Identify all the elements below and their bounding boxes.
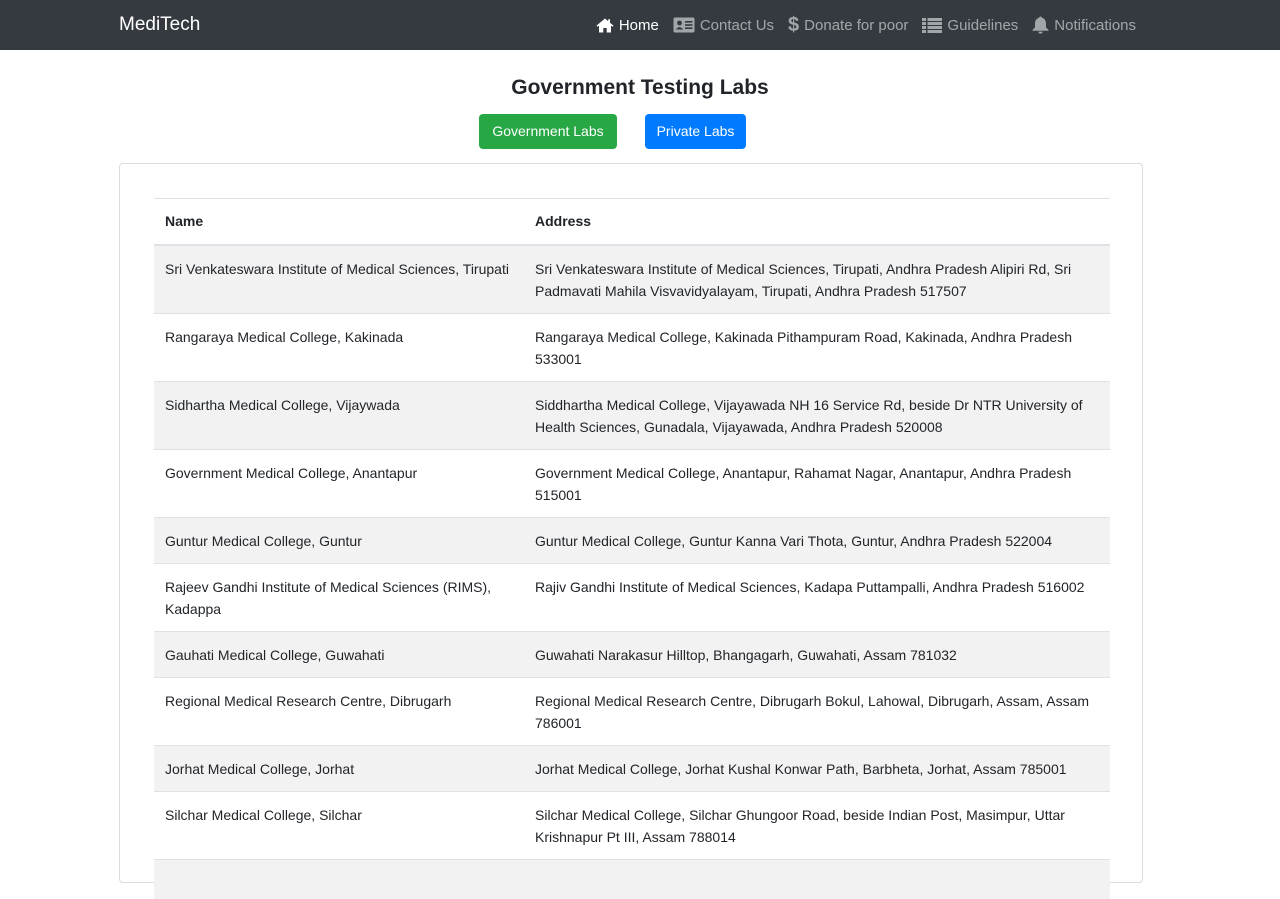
lab-name-cell: Gauhati Medical College, Guwahati: [154, 630, 524, 677]
lab-name-cell: Guntur Medical College, Guntur: [154, 516, 524, 563]
table-row: Jorhat Medical College, Jorhat Jorhat Me…: [154, 744, 1110, 791]
nav-home-label: Home: [618, 16, 659, 34]
lab-address-cell: [524, 858, 1110, 899]
private-labs-button[interactable]: Private Labs: [645, 114, 746, 149]
table-row: Rajeev Gandhi Institute of Medical Scien…: [154, 562, 1110, 631]
nav-home[interactable]: Home: [596, 17, 659, 34]
nav-menu: Home Contact Us $ Donate for poor Guidel…: [596, 13, 1136, 37]
lab-name-cell: Rajeev Gandhi Institute of Medical Scien…: [154, 562, 524, 631]
list-icon: [922, 17, 943, 33]
lab-address-cell: Regional Medical Research Centre, Dibrug…: [524, 676, 1110, 745]
table-row: Guntur Medical College, Guntur Guntur Me…: [154, 516, 1110, 563]
lab-address-cell: Rajiv Gandhi Institute of Medical Scienc…: [524, 562, 1110, 631]
bell-icon: [1032, 16, 1049, 34]
table-row: Gauhati Medical College, Guwahati Guwaha…: [154, 630, 1110, 677]
nav-notifications-label: Notifications: [1054, 16, 1136, 34]
address-column-header: Address: [524, 198, 1110, 246]
nav-contact-label: Contact Us: [699, 16, 775, 34]
lab-name-cell: [154, 858, 524, 899]
table-row: Rangaraya Medical College, Kakinada Rang…: [154, 312, 1110, 381]
nav-guidelines-label: Guidelines: [947, 16, 1019, 34]
lab-address-cell: Jorhat Medical College, Jorhat Kushal Ko…: [524, 744, 1110, 791]
brand-logo[interactable]: MediTech: [119, 13, 200, 37]
lab-address-cell: Silchar Medical College, Silchar Ghungoo…: [524, 790, 1110, 859]
page-title: Government Testing Labs: [511, 76, 769, 99]
lab-address-cell: Government Medical College, Anantapur, R…: [524, 448, 1110, 517]
table-row: Regional Medical Research Centre, Dibrug…: [154, 676, 1110, 745]
table-header-row: Name Address: [154, 198, 1110, 246]
contact-card-icon: [673, 17, 695, 33]
dollar-icon: $: [788, 14, 800, 36]
lab-address-cell: Guntur Medical College, Guntur Kanna Var…: [524, 516, 1110, 563]
lab-name-cell: Regional Medical Research Centre, Dibrug…: [154, 676, 524, 745]
lab-address-cell: Guwahati Narakasur Hilltop, Bhangagarh, …: [524, 630, 1110, 677]
lab-name-cell: Sri Venkateswara Institute of Medical Sc…: [154, 244, 524, 313]
lab-address-cell: Rangaraya Medical College, Kakinada Pith…: [524, 312, 1110, 381]
lab-name-cell: Sidhartha Medical College, Vijaywada: [154, 380, 524, 449]
nav-notifications[interactable]: Notifications: [1032, 16, 1136, 34]
lab-name-cell: Rangaraya Medical College, Kakinada: [154, 312, 524, 381]
home-icon: [596, 18, 614, 33]
lab-address-cell: Siddhartha Medical College, Vijayawada N…: [524, 380, 1110, 449]
table-row: Sri Venkateswara Institute of Medical Sc…: [154, 244, 1110, 313]
lab-name-cell: Silchar Medical College, Silchar: [154, 790, 524, 859]
labs-card: Name Address Sri Venkateswara Institute …: [119, 163, 1143, 899]
lab-name-cell: Government Medical College, Anantapur: [154, 448, 524, 517]
top-navbar: MediTech Home Contact Us $ Donate for po…: [0, 0, 1280, 50]
nav-donate-label: Donate for poor: [804, 16, 909, 34]
table-row: Sidhartha Medical College, Vijaywada Sid…: [154, 380, 1110, 449]
table-row: [154, 858, 1110, 899]
nav-guidelines[interactable]: Guidelines: [922, 17, 1018, 34]
government-labs-button[interactable]: Government Labs: [479, 114, 617, 149]
labs-table: Name Address Sri Venkateswara Institute …: [154, 198, 1110, 899]
nav-contact-us[interactable]: Contact Us: [673, 17, 774, 34]
lab-address-cell: Sri Venkateswara Institute of Medical Sc…: [524, 244, 1110, 313]
nav-donate[interactable]: $ Donate for poor: [788, 15, 908, 35]
table-row: Silchar Medical College, Silchar Silchar…: [154, 790, 1110, 859]
name-column-header: Name: [154, 198, 524, 246]
table-row: Government Medical College, Anantapur Go…: [154, 448, 1110, 517]
lab-name-cell: Jorhat Medical College, Jorhat: [154, 744, 524, 791]
